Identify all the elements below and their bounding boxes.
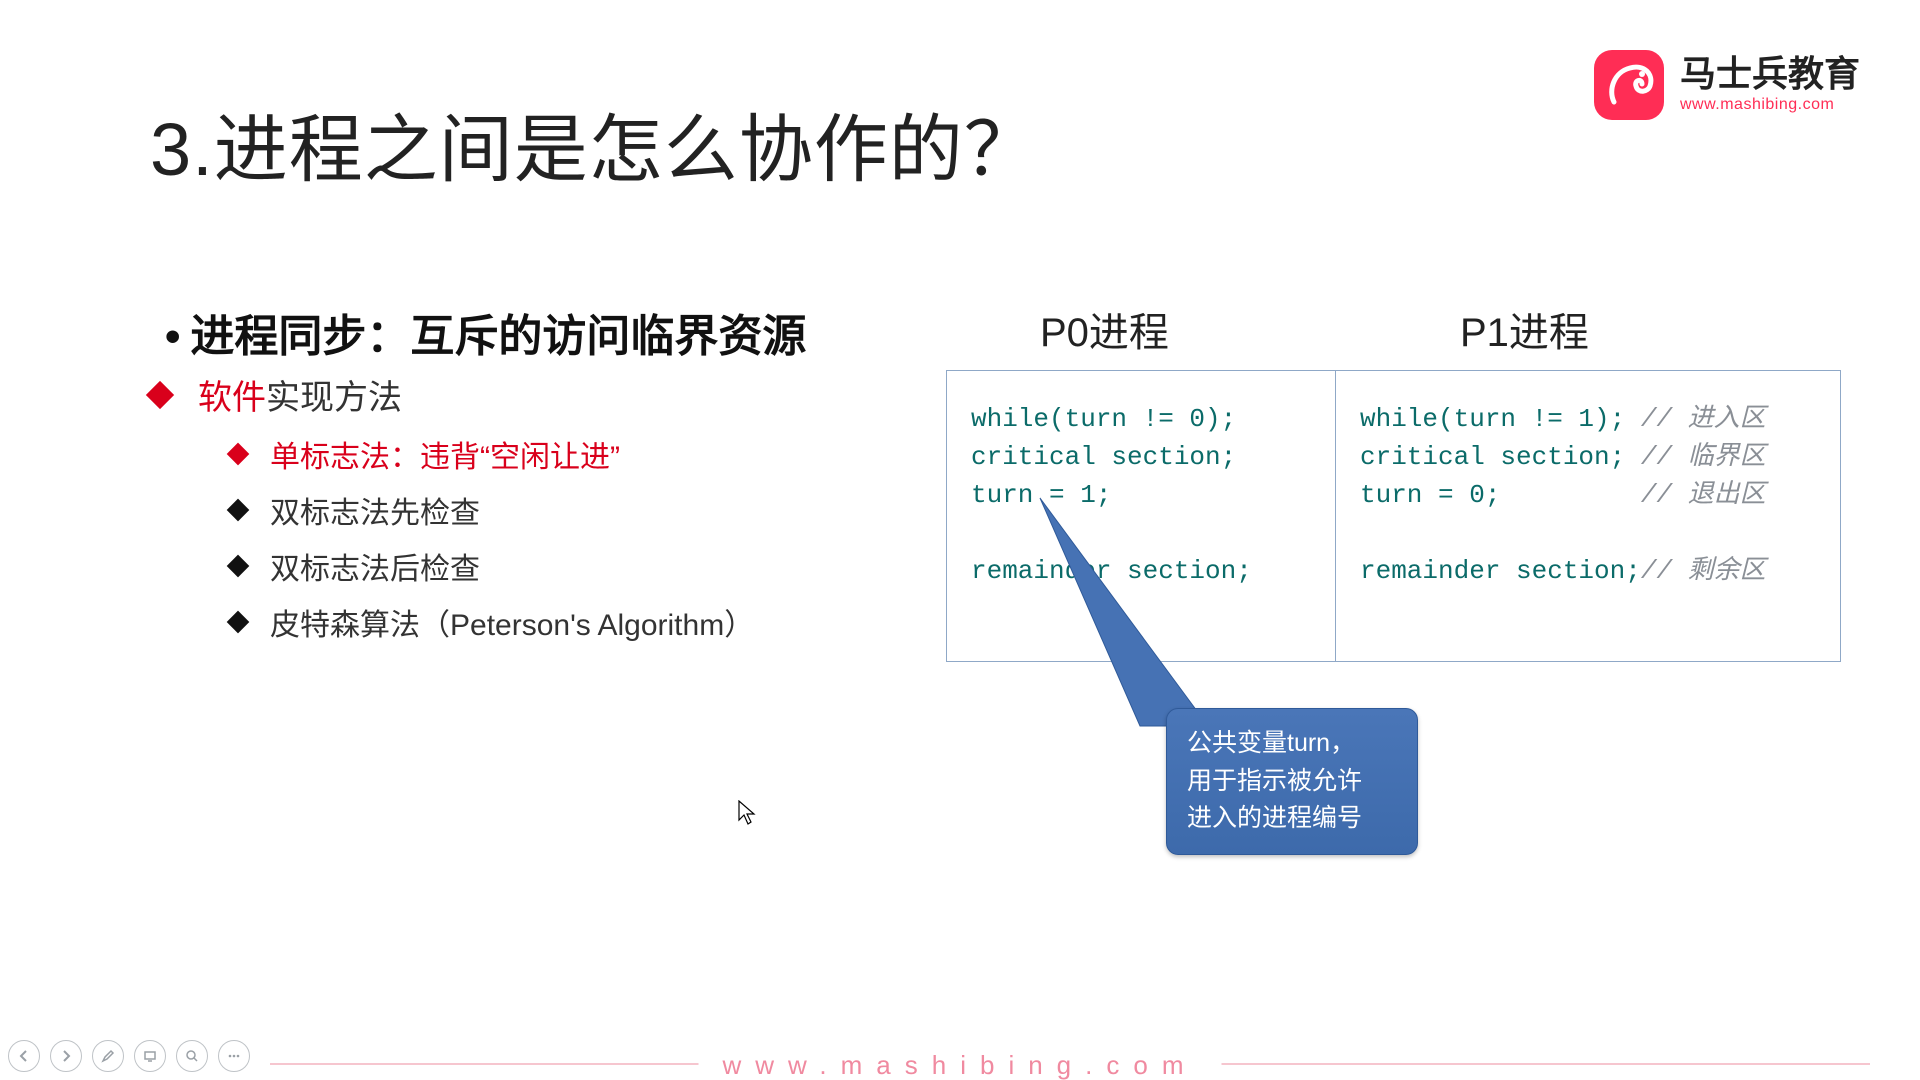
zoom-button[interactable] [176, 1040, 208, 1072]
callout-box: 公共变量turn， 用于指示被允许 进入的进程编号 [1166, 708, 1418, 855]
more-options-button[interactable] [218, 1040, 250, 1072]
code-line: turn = 1; [971, 480, 1111, 510]
slide: 马士兵教育 www.mashibing.com 3.进程之间是怎么协作的？ •进… [0, 0, 1920, 1080]
code-line: critical section; [971, 442, 1236, 472]
slide-subtitle: •进程同步：互斥的访问临界资源 [165, 300, 806, 364]
diamond-icon [227, 611, 250, 634]
footer-url: www.mashibing.com [699, 1050, 1222, 1080]
mouse-cursor-icon [738, 800, 758, 826]
ellipsis-icon [227, 1049, 241, 1063]
prev-slide-button[interactable] [8, 1040, 40, 1072]
chevron-right-icon [59, 1049, 73, 1063]
p1-code-panel: while(turn != 1); // 进入区 critical sectio… [1335, 370, 1841, 662]
pen-icon [101, 1049, 115, 1063]
slide-title: 3.进程之间是怎么协作的？ [150, 90, 1039, 197]
code-line: turn = 0; [1360, 480, 1641, 510]
brand-name-cn: 马士兵教育 [1680, 56, 1860, 92]
sub-bullet-text: 双标志法先检查 [270, 488, 480, 532]
sub-bullet-text: 双标志法后检查 [270, 544, 480, 588]
subtitle-text: 进程同步：互斥的访问临界资源 [190, 312, 806, 361]
p1-label: P1进程 [1460, 300, 1589, 358]
presenter-controls [8, 1040, 250, 1072]
code-comment: // 退出区 [1641, 480, 1766, 510]
brand-text: 马士兵教育 www.mashibing.com [1680, 56, 1860, 114]
code-comment: // 剩余区 [1641, 556, 1766, 586]
callout-line: 用于指示被允许 [1187, 767, 1362, 795]
sub-bullet-row: 双标志法先检查 [230, 488, 754, 532]
sub-bullet-row: 单标志法：违背“空闲让进” [230, 432, 754, 476]
code-line: critical section; [1360, 442, 1641, 472]
brand-logo: 马士兵教育 www.mashibing.com [1594, 50, 1860, 120]
brand-mark-icon [1594, 50, 1664, 120]
sub-bullet-text: 皮特森算法（Peterson's Algorithm） [270, 600, 754, 644]
sub-bullet-text: 单标志法：违背“空闲让进” [270, 432, 620, 476]
callout-line: 进入的进程编号 [1187, 804, 1362, 832]
code-line: while(turn != 1); [1360, 404, 1641, 434]
code-line: remainder section; [1360, 556, 1641, 586]
bullet-text: 软件实现方法 [198, 370, 402, 419]
brand-url: www.mashibing.com [1680, 96, 1860, 114]
sub-bullet-row: 皮特森算法（Peterson's Algorithm） [230, 600, 754, 644]
chevron-left-icon [17, 1049, 31, 1063]
next-slide-button[interactable] [50, 1040, 82, 1072]
magnifier-icon [185, 1049, 199, 1063]
code-comment: // 进入区 [1641, 404, 1766, 434]
p0-code-panel: while(turn != 0); critical section; turn… [946, 370, 1335, 662]
code-line: remainder section; [971, 556, 1252, 586]
pen-tool-button[interactable] [92, 1040, 124, 1072]
diamond-icon [227, 555, 250, 578]
bullet-row: 软件实现方法 [150, 370, 402, 419]
bullet-rest: 实现方法 [266, 379, 402, 417]
screen-icon [143, 1049, 157, 1063]
callout-line: 公共变量turn， [1187, 729, 1355, 757]
diamond-icon [227, 499, 250, 522]
code-comment: // 临界区 [1641, 442, 1766, 472]
bullet-highlight: 软件 [198, 379, 266, 417]
code-panel-group: while(turn != 0); critical section; turn… [946, 370, 1841, 662]
bullet-dot-icon: • [165, 312, 180, 361]
code-line: while(turn != 0); [971, 404, 1236, 434]
display-settings-button[interactable] [134, 1040, 166, 1072]
p0-label: P0进程 [1040, 300, 1169, 358]
diamond-icon [227, 443, 250, 466]
sub-bullet-row: 双标志法后检查 [230, 544, 754, 588]
sub-bullet-list: 单标志法：违背“空闲让进” 双标志法先检查 双标志法后检查 皮特森算法（Pete… [230, 432, 754, 656]
main-bullet: 软件实现方法 [150, 370, 402, 429]
diamond-icon [146, 380, 174, 408]
